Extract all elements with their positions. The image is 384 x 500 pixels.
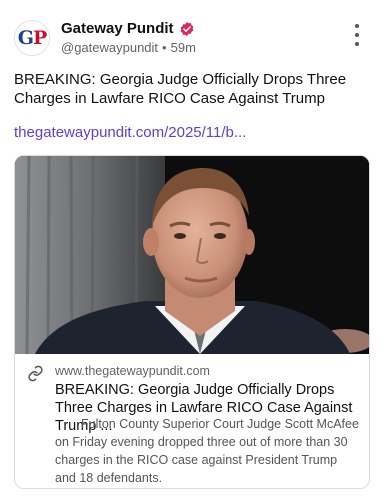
link-preview-card[interactable]: www.thegatewaypundit.com BREAKING: Georg… [14, 155, 370, 489]
article-photo-illustration [15, 156, 369, 354]
separator-dot: • [162, 40, 167, 55]
logo-letter-g: G [17, 27, 34, 49]
post-time: 59m [170, 40, 196, 55]
article-photo-icon[interactable] [15, 156, 369, 354]
account-name[interactable]: Gateway Pundit [61, 20, 174, 37]
card-description: Fulton County Superior Court Judge Scott… [55, 417, 359, 485]
gp-logo-icon: GP [17, 27, 48, 49]
post-link[interactable]: thegatewaypundit.com/2025/11/b... [14, 124, 370, 141]
verified-badge-icon [180, 21, 193, 36]
post-header: GP Gateway Pundit @gatewaypundit • 59m [14, 18, 370, 58]
name-row: Gateway Pundit [61, 20, 195, 37]
handle-row: @gatewaypundit • 59m [61, 40, 196, 55]
link-icon [28, 365, 43, 382]
card-meta: www.thegatewaypundit.com BREAKING: Georg… [15, 354, 369, 488]
card-domain: www.thegatewaypundit.com [55, 364, 210, 378]
account-handle[interactable]: @gatewaypundit [61, 40, 158, 55]
avatar[interactable]: GP [14, 20, 50, 56]
post-text: BREAKING: Georgia Judge Officially Drops… [14, 71, 347, 107]
logo-letter-p: P [32, 27, 47, 49]
more-options-icon[interactable] [348, 24, 366, 46]
